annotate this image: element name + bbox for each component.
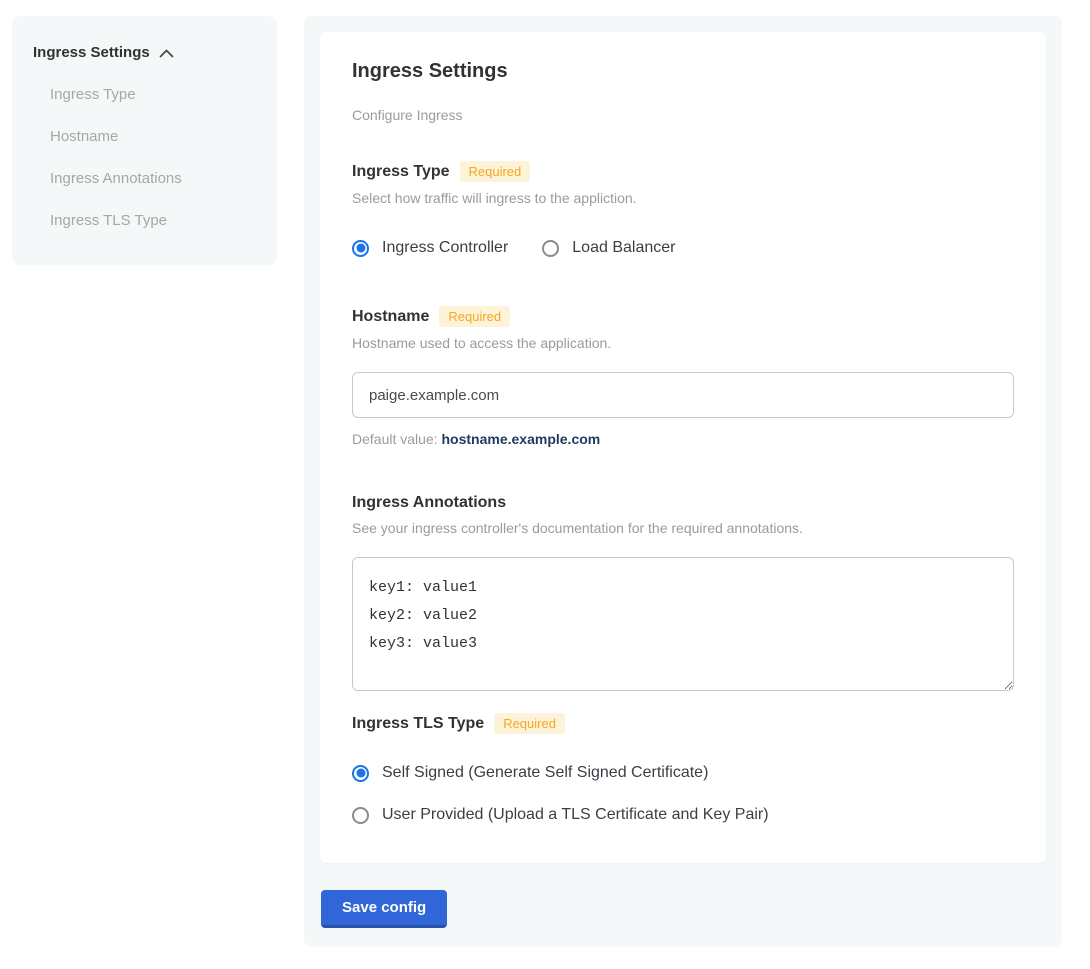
config-sidebar: Ingress Settings Ingress Type Hostname I… — [12, 16, 277, 265]
sidebar-group-ingress-settings[interactable]: Ingress Settings — [33, 44, 277, 61]
radio-label: Self Signed (Generate Self Signed Certif… — [382, 764, 708, 782]
radio-self-signed[interactable]: Self Signed (Generate Self Signed Certif… — [352, 764, 1014, 782]
section-ingress-type: Ingress Type Required Select how traffic… — [352, 161, 1014, 257]
save-config-button[interactable]: Save config — [321, 890, 447, 928]
sidebar-item-hostname[interactable]: Hostname — [50, 129, 277, 145]
sidebar-item-ingress-annotations[interactable]: Ingress Annotations — [50, 171, 277, 187]
required-badge: Required — [460, 161, 531, 182]
section-hostname: Hostname Required Hostname used to acces… — [352, 306, 1014, 447]
config-card: Ingress Settings Configure Ingress Ingre… — [320, 32, 1046, 863]
required-badge: Required — [439, 306, 510, 327]
annotations-help: See your ingress controller's documentat… — [352, 520, 1014, 536]
annotations-label: Ingress Annotations — [352, 494, 506, 512]
radio-load-balancer[interactable]: Load Balancer — [542, 239, 675, 257]
radio-user-provided[interactable]: User Provided (Upload a TLS Certificate … — [352, 806, 1014, 824]
hostname-default-line: Default value: hostname.example.com — [352, 431, 1014, 447]
hostname-help: Hostname used to access the application. — [352, 335, 1014, 351]
default-value-text: hostname.example.com — [442, 431, 601, 447]
radio-ingress-controller[interactable]: Ingress Controller — [352, 239, 508, 257]
sidebar-item-ingress-tls-type[interactable]: Ingress TLS Type — [50, 213, 277, 229]
chevron-up-icon — [159, 49, 174, 58]
hostname-input[interactable] — [352, 372, 1014, 418]
radio-button-icon[interactable] — [542, 240, 559, 257]
required-badge: Required — [494, 713, 565, 734]
hostname-label: Hostname — [352, 308, 429, 326]
radio-button-icon[interactable] — [352, 807, 369, 824]
ingress-type-help: Select how traffic will ingress to the a… — [352, 190, 1014, 206]
radio-label: Ingress Controller — [382, 239, 508, 257]
config-panel: Ingress Settings Configure Ingress Ingre… — [304, 16, 1062, 947]
ingress-type-label: Ingress Type — [352, 163, 450, 181]
sidebar-item-ingress-type[interactable]: Ingress Type — [50, 87, 277, 103]
radio-button-icon[interactable] — [352, 240, 369, 257]
page-title: Ingress Settings — [352, 60, 1014, 83]
radio-button-icon[interactable] — [352, 765, 369, 782]
section-ingress-annotations: Ingress Annotations See your ingress con… — [352, 494, 1014, 691]
radio-label: User Provided (Upload a TLS Certificate … — [382, 806, 769, 824]
annotations-textarea[interactable]: key1: value1 key2: value2 key3: value3 — [352, 557, 1014, 691]
sidebar-group-label: Ingress Settings — [33, 44, 150, 61]
tls-type-label: Ingress TLS Type — [352, 715, 484, 733]
section-ingress-tls-type: Ingress TLS Type Required Self Signed (G… — [352, 713, 1014, 824]
page-subtitle: Configure Ingress — [352, 107, 1014, 123]
default-value-prefix: Default value: — [352, 431, 442, 447]
radio-label: Load Balancer — [572, 239, 675, 257]
